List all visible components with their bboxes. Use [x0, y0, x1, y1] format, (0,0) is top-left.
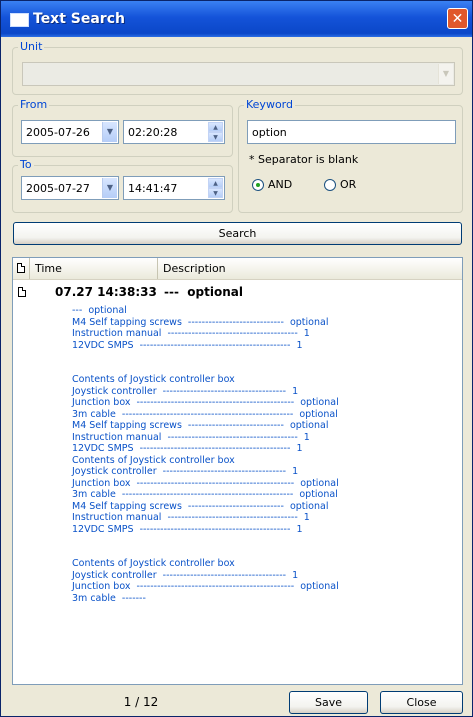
detail-line — [72, 363, 452, 375]
chevron-down-icon: ▼ — [438, 64, 453, 84]
detail-line: Contents of Joystick controller box — [72, 558, 235, 569]
detail-line — [72, 547, 452, 559]
from-date-value: 2005-07-26 — [26, 126, 90, 139]
document-icon — [18, 287, 26, 297]
detail-line: Contents of Joystick controller box — [72, 454, 235, 466]
results-header: Time Description — [13, 258, 462, 280]
save-button[interactable]: Save — [289, 691, 368, 714]
or-label[interactable]: OR — [340, 178, 356, 191]
detail-line: Joystick controller --------------------… — [72, 466, 299, 477]
detail-line: 3m cable -------------------------------… — [72, 489, 338, 500]
radio-selected-dot — [256, 183, 260, 187]
to-time-spinner[interactable]: 14:41:47 ▲ ▼ — [123, 176, 225, 200]
detail-line: 3m cable -------------------------------… — [72, 408, 338, 420]
spin-up-icon[interactable]: ▲ — [208, 122, 223, 132]
to-label: To — [18, 158, 34, 171]
detail-line: Junction box ---------------------------… — [72, 397, 339, 408]
window-title: Text Search — [33, 11, 125, 27]
to-time-value: 14:41:47 — [128, 182, 178, 195]
to-date-value: 2005-07-27 — [26, 182, 90, 195]
spin-down-icon[interactable]: ▼ — [208, 132, 223, 142]
detail-line: 12VDC SMPS -----------------------------… — [72, 523, 303, 535]
detail-line — [72, 351, 452, 363]
detail-line: Instruction manual ---------------------… — [72, 431, 310, 443]
detail-line: Junction box ---------------------------… — [72, 477, 339, 489]
page-indicator: 1 / 12 — [123, 695, 159, 709]
detail-line: Contents of Joystick controller box — [72, 374, 235, 385]
column-icon[interactable] — [13, 258, 30, 279]
and-radio[interactable] — [252, 179, 264, 191]
from-time-stepper[interactable]: ▲ ▼ — [208, 122, 223, 142]
separator-note: * Separator is blank — [249, 153, 359, 166]
text-search-window: Text Search ✕ Unit ▼ From 2005-07-26 ▼ 0… — [0, 0, 473, 717]
to-group: To 2005-07-27 ▼ 14:41:47 ▲ ▼ — [12, 158, 233, 213]
keyword-group: Keyword option * Separator is blank AND … — [238, 98, 463, 213]
from-date-select[interactable]: 2005-07-26 ▼ — [21, 120, 119, 144]
document-icon — [17, 263, 25, 273]
keyword-label: Keyword — [244, 98, 295, 111]
detail-line: Junction box ---------------------------… — [72, 581, 339, 592]
search-button[interactable]: Search — [13, 222, 462, 245]
detail-line: 12VDC SMPS -----------------------------… — [72, 339, 303, 351]
chevron-down-icon[interactable]: ▼ — [102, 122, 117, 142]
window-close-icon[interactable]: ✕ — [447, 8, 468, 29]
keyword-value: option — [252, 126, 287, 139]
from-label: From — [18, 98, 50, 111]
row-description: --- optional — [164, 285, 243, 299]
detail-line: M4 Self tapping screws -----------------… — [72, 420, 329, 431]
from-time-value: 02:20:28 — [128, 126, 178, 139]
detail-line — [72, 535, 452, 547]
spin-down-icon[interactable]: ▼ — [208, 188, 223, 198]
detail-line: 3m cable ------- — [72, 592, 146, 604]
detail-line: Joystick controller --------------------… — [72, 569, 299, 581]
or-radio[interactable] — [324, 179, 336, 191]
close-button[interactable]: Close — [380, 691, 463, 714]
spin-up-icon[interactable]: ▲ — [208, 178, 223, 188]
detail-line: Joystick controller --------------------… — [72, 385, 299, 397]
unit-label: Unit — [18, 40, 45, 53]
detail-line: Instruction manual ---------------------… — [72, 328, 310, 339]
column-description[interactable]: Description — [158, 258, 462, 279]
unit-select[interactable]: ▼ — [22, 62, 455, 86]
detail-line: M4 Self tapping screws -----------------… — [72, 316, 329, 328]
chevron-down-icon[interactable]: ▼ — [102, 178, 117, 198]
title-bar[interactable]: Text Search ✕ — [1, 1, 472, 37]
from-time-spinner[interactable]: 02:20:28 ▲ ▼ — [123, 120, 225, 144]
to-date-select[interactable]: 2005-07-27 ▼ — [21, 176, 119, 200]
table-row[interactable]: 07.27 14:38:33 --- optional — [13, 284, 462, 302]
column-time[interactable]: Time — [30, 258, 158, 279]
window-icon — [10, 13, 29, 27]
detail-line: 12VDC SMPS -----------------------------… — [72, 443, 303, 454]
row-detail-text: --- optional M4 Self tapping screws -----… — [72, 305, 452, 604]
and-label[interactable]: AND — [268, 178, 292, 191]
detail-line: M4 Self tapping screws -----------------… — [72, 500, 329, 512]
to-time-stepper[interactable]: ▲ ▼ — [208, 178, 223, 198]
results-list[interactable]: Time Description 07.27 14:38:33 --- opti… — [12, 257, 463, 685]
detail-line: Instruction manual ---------------------… — [72, 512, 310, 523]
from-group: From 2005-07-26 ▼ 02:20:28 ▲ ▼ — [12, 98, 233, 157]
detail-line: --- optional — [72, 305, 127, 316]
row-time: 07.27 14:38:33 — [55, 285, 157, 299]
unit-group: Unit ▼ — [12, 40, 463, 95]
keyword-input[interactable]: option — [247, 120, 456, 144]
